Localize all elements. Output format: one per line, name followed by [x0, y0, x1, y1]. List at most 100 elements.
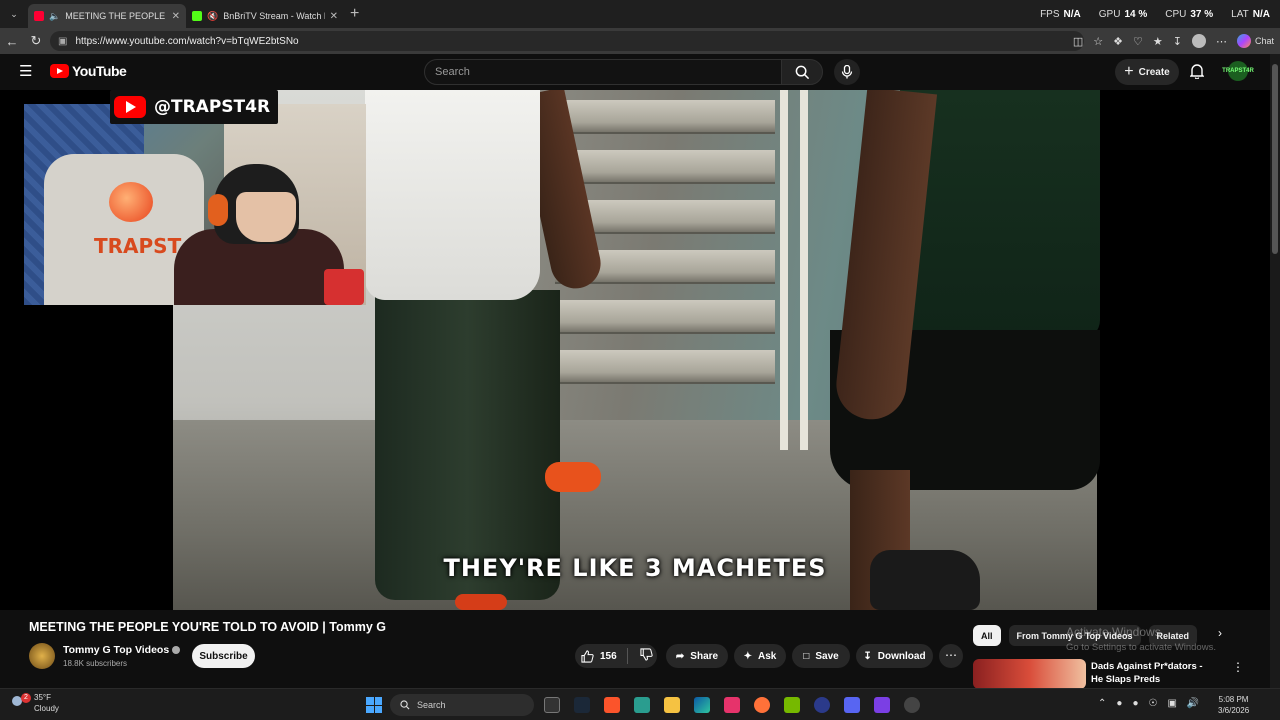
- app-grid-icon[interactable]: [874, 697, 890, 713]
- thumbs-down-icon: [640, 648, 653, 661]
- reload-icon[interactable]: ↻: [24, 33, 48, 49]
- performance-stats-overlay: FPS N/A GPU 14 % CPU 37 % LAT N/A: [1040, 0, 1270, 28]
- plus-icon: +: [1124, 63, 1134, 80]
- mic-tray-icon[interactable]: ☉: [1148, 698, 1157, 709]
- menu-hamburger-icon[interactable]: ☰: [19, 64, 33, 79]
- steam-tray-icon[interactable]: ●: [1116, 698, 1122, 709]
- chip-all[interactable]: All: [973, 625, 1001, 646]
- extensions-icon[interactable]: ❖: [1113, 35, 1123, 48]
- browser-toolbar: ← ↻ ▣ https://www.youtube.com/watch?v=bT…: [0, 28, 1280, 54]
- nvidia-tray-icon[interactable]: ●: [1132, 698, 1138, 709]
- create-button[interactable]: + Create: [1115, 59, 1179, 85]
- kick-favicon-icon: [192, 11, 202, 21]
- peach-logo-icon: [109, 182, 153, 222]
- split-screen-icon[interactable]: ◫: [1073, 35, 1083, 48]
- browser-essentials-icon[interactable]: ♡: [1133, 35, 1143, 48]
- thumbs-up-icon: [581, 649, 594, 663]
- task-view-icon[interactable]: [544, 697, 560, 713]
- youtube-page: ☰ YouTube Search + Create TRAPST4R THEY'…: [0, 54, 1280, 720]
- firefox-icon[interactable]: [754, 697, 770, 713]
- headphones-icon: [208, 194, 228, 226]
- search-placeholder: Search: [435, 66, 470, 78]
- microphone-icon: [841, 65, 853, 79]
- create-label: Create: [1138, 66, 1170, 78]
- download-icon: ↧: [863, 650, 872, 662]
- copilot-icon: [1236, 34, 1251, 48]
- youtube-favicon-icon: [34, 11, 44, 21]
- nvidia-icon[interactable]: [784, 697, 800, 713]
- site-info-icon[interactable]: ▣: [58, 36, 67, 47]
- weather-desc: Cloudy: [34, 704, 59, 713]
- activate-windows-watermark: Activate Windows: [1066, 625, 1161, 639]
- notepad-icon[interactable]: [634, 697, 650, 713]
- recommended-more-icon[interactable]: ⋮: [1232, 660, 1244, 674]
- tab-audio-icon[interactable]: 🔈: [49, 11, 60, 22]
- obs-icon[interactable]: [814, 697, 830, 713]
- tray-overflow-chevron-icon[interactable]: ⌃: [1098, 698, 1106, 709]
- tiktok-icon[interactable]: [724, 697, 740, 713]
- clock-time: 5:08 PM: [1218, 695, 1249, 704]
- voice-search-button[interactable]: [834, 59, 860, 85]
- channel-avatar[interactable]: [29, 643, 55, 669]
- account-avatar[interactable]: TRAPST4R: [1222, 61, 1254, 81]
- ask-button[interactable]: ✦ Ask: [734, 644, 786, 668]
- taskbar-search[interactable]: Search: [390, 694, 534, 716]
- youtube-wordmark: YouTube: [72, 63, 127, 79]
- weather-badge: 2: [21, 693, 31, 703]
- weather-widget[interactable]: 2 35°F Cloudy: [12, 692, 59, 714]
- recommended-video-title[interactable]: Dads Against Pr*dators - He Slaps Preds: [1091, 660, 1211, 686]
- video-subtitle: THEY'RE LIKE 3 MACHETES: [443, 554, 827, 582]
- recommended-video-thumbnail[interactable]: [973, 659, 1086, 689]
- volume-icon[interactable]: 🔊: [1187, 698, 1199, 709]
- bookmark-icon: □: [803, 650, 810, 662]
- file-explorer-icon[interactable]: [664, 697, 680, 713]
- system-tray: ⌃ ● ● ☉ ▣ 🔊: [1098, 698, 1199, 709]
- recording-app-icon[interactable]: [904, 697, 920, 713]
- share-button[interactable]: ➦ Share: [666, 644, 728, 668]
- notifications-bell-icon[interactable]: [1189, 63, 1205, 84]
- tab-youtube[interactable]: 🔈 MEETING THE PEOPLE YOU'R ✕: [28, 4, 186, 28]
- chair-logo-text: TRAPST: [94, 234, 182, 258]
- search-button[interactable]: [781, 59, 823, 85]
- youtube-play-icon: [50, 64, 69, 78]
- address-bar[interactable]: ▣ https://www.youtube.com/watch?v=bTqWE2…: [50, 31, 1084, 51]
- brave-icon[interactable]: [604, 697, 620, 713]
- download-button[interactable]: ↧ Download: [856, 644, 933, 668]
- like-button[interactable]: 156: [581, 649, 617, 663]
- profile-avatar[interactable]: [1191, 34, 1206, 48]
- back-arrow-icon[interactable]: ←: [0, 34, 24, 49]
- page-scrollbar[interactable]: [1270, 54, 1280, 688]
- tab-actions-chevron-icon[interactable]: ⌄: [0, 9, 28, 20]
- steam-icon[interactable]: [574, 697, 590, 713]
- downloads-icon[interactable]: ↧: [1173, 35, 1182, 48]
- share-arrow-icon: ➦: [675, 650, 685, 662]
- dislike-button[interactable]: [640, 648, 653, 664]
- new-tab-plus-icon[interactable]: +: [350, 5, 359, 23]
- close-tab-icon[interactable]: ✕: [330, 11, 338, 22]
- stat-cpu: CPU 37 %: [1165, 8, 1214, 20]
- more-menu-icon[interactable]: ⋯: [1216, 35, 1227, 48]
- taskbar-clock[interactable]: 5:08 PM 3/6/2026: [1218, 694, 1249, 716]
- favorites-icon[interactable]: ★: [1153, 35, 1163, 48]
- subscribe-button[interactable]: Subscribe: [192, 644, 255, 668]
- copilot-chat-button[interactable]: Chat: [1236, 34, 1274, 48]
- more-actions-icon[interactable]: ⋯: [939, 644, 963, 668]
- discord-icon[interactable]: [844, 697, 860, 713]
- channel-name-link[interactable]: Tommy G Top Videos: [63, 644, 181, 656]
- tab-kick[interactable]: 🔇 BnBriTV Stream - Watch Live o ✕: [186, 4, 344, 28]
- youtube-logo[interactable]: YouTube: [50, 63, 127, 79]
- taskbar-pinned-apps: [544, 697, 920, 713]
- tab-muted-icon[interactable]: 🔇: [207, 11, 218, 22]
- verified-check-icon: [172, 646, 181, 655]
- save-button[interactable]: □ Save: [792, 644, 850, 668]
- network-icon[interactable]: ▣: [1167, 698, 1176, 709]
- start-windows-icon[interactable]: [366, 697, 382, 713]
- favorite-star-icon[interactable]: ☆: [1093, 35, 1103, 48]
- scrollbar-thumb[interactable]: [1272, 64, 1278, 254]
- video-player[interactable]: THEY'RE LIKE 3 MACHETES TRAPST @TRAPST4R: [0, 90, 1270, 610]
- close-tab-icon[interactable]: ✕: [172, 11, 180, 22]
- edge-icon[interactable]: [694, 697, 710, 713]
- stat-gpu: GPU 14 %: [1098, 8, 1148, 20]
- search-input[interactable]: Search: [424, 59, 782, 85]
- chips-next-chevron-icon[interactable]: ›: [1218, 626, 1234, 640]
